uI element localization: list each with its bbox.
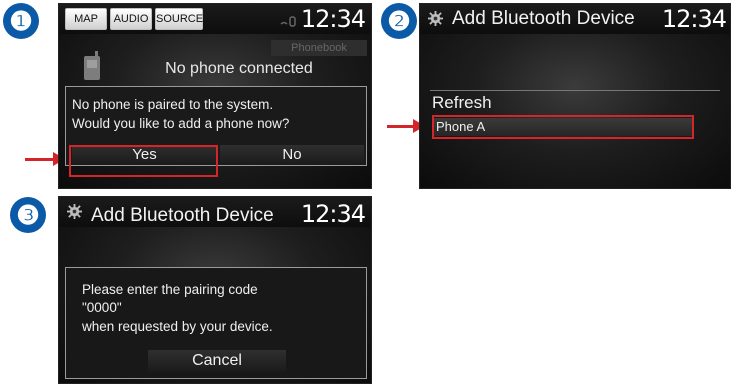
pairing-instruction-line-1: Please enter the pairing code [82,282,258,297]
dialog-line-2: Would you like to add a phone now? [72,116,290,131]
screen-add-bluetooth-list: Add Bluetooth Device 12:34 Refresh Phone… [419,3,731,189]
dialog-line-1: No phone is paired to the system. [72,97,274,112]
pairing-code-dialog: Please enter the pairing code "0000" whe… [65,267,367,379]
bluetooth-signal-icon [280,16,296,27]
screen-phone-not-connected: MAP AUDIO SOURCE 12:34 Phonebook No phon… [58,3,372,189]
pairing-code-value: "0000" [82,300,122,315]
screen-pairing-code: Add Bluetooth Device 12:34 Please enter … [58,196,372,384]
step-2-badge: ❷ [381,3,417,39]
clock: 12:34 [300,5,366,33]
phone-a-highlight-box [432,115,694,139]
source-tab-button[interactable]: SOURCE [155,8,203,30]
phone-icon [84,51,100,80]
no-button[interactable]: No [220,145,364,165]
refresh-button[interactable]: Refresh [432,92,492,114]
clock: 12:34 [661,5,727,33]
screen-title: Add Bluetooth Device [91,205,274,226]
phonebook-button[interactable]: Phonebook [271,40,367,56]
list-divider [430,90,720,91]
step-1-badge: ❶ [3,3,39,39]
connection-status: No phone connected [165,60,313,77]
clock: 12:34 [300,200,366,228]
gear-icon [67,204,82,219]
yes-highlight-box [69,145,218,177]
screen-title: Add Bluetooth Device [452,8,635,29]
map-tab-button[interactable]: MAP [65,8,107,30]
step-3-badge: ❸ [10,197,46,233]
pairing-instruction-line-3: when requested by your device. [82,319,273,334]
audio-tab-button[interactable]: AUDIO [110,8,152,30]
cancel-button[interactable]: Cancel [148,350,286,372]
gear-icon [428,11,443,26]
